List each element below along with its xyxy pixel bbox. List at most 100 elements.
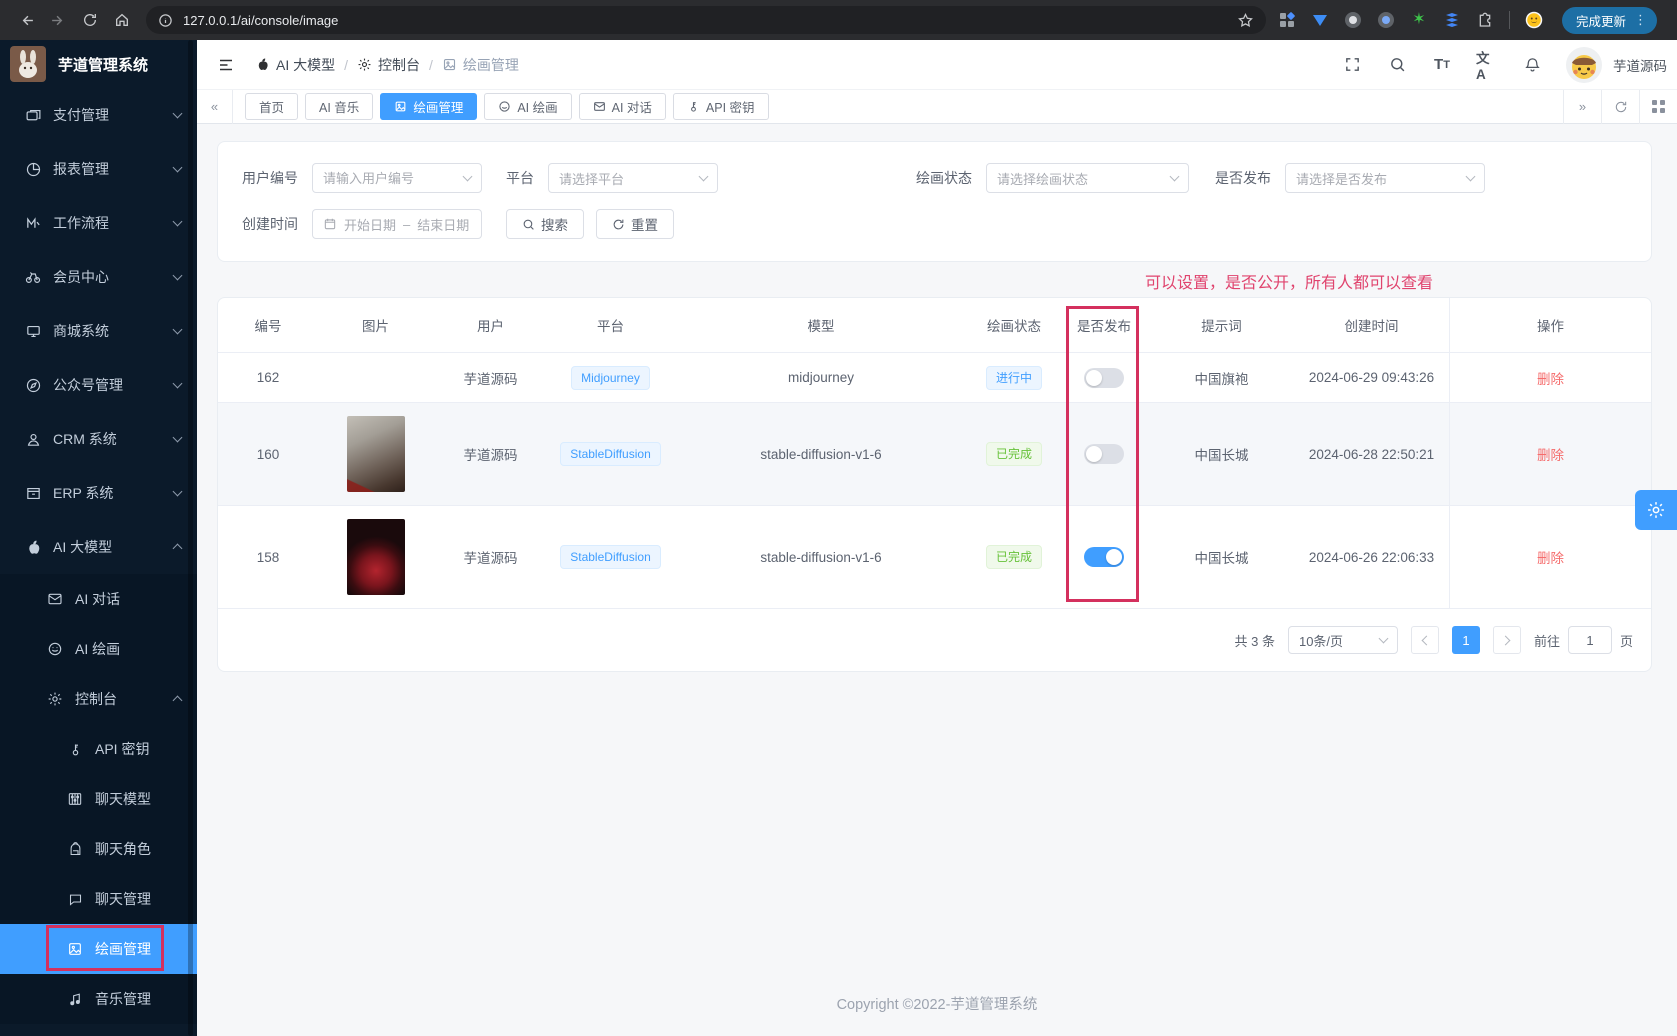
sidebar-item-ai-chat[interactable]: AI 对话 xyxy=(0,574,197,624)
generated-image-thumbnail[interactable] xyxy=(347,519,405,595)
theme-settings-button[interactable] xyxy=(1635,490,1677,530)
browser-home-icon[interactable] xyxy=(106,4,138,36)
locale-icon[interactable]: 文A xyxy=(1476,54,1498,76)
filter-user-id: 用户编号 xyxy=(242,163,482,193)
publish-toggle[interactable] xyxy=(1084,368,1124,388)
font-size-icon[interactable]: TT xyxy=(1431,54,1453,76)
gear-icon xyxy=(1646,500,1666,520)
extensions-puzzle-icon[interactable] xyxy=(1476,11,1494,29)
bookmark-star-icon[interactable] xyxy=(1237,12,1254,29)
cell-publish xyxy=(1059,353,1149,402)
publish-toggle[interactable] xyxy=(1084,444,1124,464)
url-bar[interactable]: 127.0.0.1/ai/console/image xyxy=(146,6,1266,34)
cell-platform: Midjourney xyxy=(548,353,673,402)
publish-toggle[interactable] xyxy=(1084,547,1124,567)
tabs-refresh-icon[interactable] xyxy=(1601,90,1639,124)
extension-wheel-icon[interactable] xyxy=(1344,11,1362,29)
cell-model: stable-diffusion-v1-6 xyxy=(673,506,969,608)
extension-grid-icon[interactable] xyxy=(1278,11,1296,29)
tab-ai-music[interactable]: AI 音乐 xyxy=(305,93,373,120)
prev-page-button[interactable] xyxy=(1411,626,1439,654)
extension-layers-icon[interactable] xyxy=(1443,11,1461,29)
extension-dot-icon[interactable] xyxy=(1377,11,1395,29)
notification-bell-icon[interactable] xyxy=(1521,54,1543,76)
extension-star-icon[interactable]: ✶ xyxy=(1410,11,1428,29)
tab-draw-manage[interactable]: 绘画管理 xyxy=(380,93,477,120)
cell-created: 2024-06-29 09:43:26 xyxy=(1294,353,1449,402)
reset-button[interactable]: 重置 xyxy=(596,209,674,239)
delete-button[interactable]: 删除 xyxy=(1537,368,1564,388)
sidebar-item-payment[interactable]: 支付管理 xyxy=(0,88,197,142)
page-size-select[interactable]: 10条/页 xyxy=(1288,626,1398,654)
table-header-row: 编号 图片 用户 平台 模型 绘画状态 是否发布 提示词 创建时间 操作 xyxy=(218,298,1651,353)
col-header-image: 图片 xyxy=(318,298,433,352)
delete-button[interactable]: 删除 xyxy=(1537,547,1564,567)
sidebar-item-console[interactable]: 控制台 xyxy=(0,674,197,724)
draw-status-select[interactable]: 请选择绘画状态 xyxy=(986,163,1189,193)
sidebar-item-official-account[interactable]: 公众号管理 xyxy=(0,358,197,412)
publish-select[interactable]: 请选择是否发布 xyxy=(1285,163,1485,193)
extension-gem-icon[interactable] xyxy=(1311,11,1329,29)
chrome-update-button[interactable]: 完成更新 ⋮ xyxy=(1562,7,1657,34)
browser-back-icon[interactable] xyxy=(10,4,42,36)
sidebar-item-draw-manage[interactable]: 绘画管理 xyxy=(0,924,197,974)
col-header-prompt: 提示词 xyxy=(1149,298,1294,352)
crm-icon xyxy=(24,430,42,448)
tab-api-key[interactable]: API 密钥 xyxy=(673,93,769,120)
fullscreen-icon[interactable] xyxy=(1341,54,1363,76)
sidebar-item-chat-role[interactable]: 聊天角色 xyxy=(0,824,197,874)
search-icon[interactable] xyxy=(1386,54,1408,76)
user-id-input[interactable] xyxy=(312,163,482,193)
username[interactable]: 芋道源码 xyxy=(1613,55,1667,75)
tab-ai-chat[interactable]: AI 对话 xyxy=(579,93,666,120)
browser-refresh-icon[interactable] xyxy=(74,4,106,36)
user-avatar[interactable] xyxy=(1566,47,1602,83)
browser-forward-icon[interactable] xyxy=(42,4,74,36)
cell-id: 158 xyxy=(218,506,318,608)
chrome-menu-icon[interactable]: ⋮ xyxy=(1634,12,1647,28)
sidebar-logo[interactable]: 芋道管理系统 xyxy=(0,40,197,88)
sidebar-item-mall[interactable]: 商城系统 xyxy=(0,304,197,358)
collapse-menu-icon[interactable] xyxy=(211,50,241,80)
profile-avatar[interactable] xyxy=(1525,11,1543,29)
smiley-icon xyxy=(498,100,511,113)
filter-panel: 用户编号 平台 请选择平台 xyxy=(217,141,1652,262)
sidebar-item-music-manage[interactable]: 音乐管理 xyxy=(0,974,197,1024)
sidebar-item-erp[interactable]: ERP 系统 xyxy=(0,466,197,520)
tabs-scroll-left-icon[interactable]: « xyxy=(197,90,233,124)
sidebar-item-crm[interactable]: CRM 系统 xyxy=(0,412,197,466)
cell-status: 已完成 xyxy=(969,403,1059,505)
col-header-user: 用户 xyxy=(433,298,548,352)
sidebar-item-chat-manage[interactable]: 聊天管理 xyxy=(0,874,197,924)
search-button[interactable]: 搜索 xyxy=(506,209,584,239)
platform-select[interactable]: 请选择平台 xyxy=(548,163,718,193)
cell-actions: 删除 xyxy=(1449,506,1651,608)
breadcrumb-ai-models[interactable]: AI 大模型 xyxy=(255,55,335,75)
next-page-button[interactable] xyxy=(1493,626,1521,654)
generated-image-thumbnail[interactable] xyxy=(347,416,405,492)
breadcrumb-separator: / xyxy=(429,57,433,73)
site-info-icon[interactable] xyxy=(158,13,173,28)
sidebar-item-workflow[interactable]: 工作流程 xyxy=(0,196,197,250)
data-table: 编号 图片 用户 平台 模型 绘画状态 是否发布 提示词 创建时间 操作 xyxy=(218,298,1651,609)
create-time-label: 创建时间 xyxy=(242,214,298,234)
tabs-scroll-right-icon[interactable]: » xyxy=(1563,90,1601,124)
sidebar-item-report[interactable]: 报表管理 xyxy=(0,142,197,196)
sidebar-item-member[interactable]: 会员中心 xyxy=(0,250,197,304)
sidebar-item-api-key[interactable]: API 密钥 xyxy=(0,724,197,774)
user-id-field[interactable] xyxy=(323,171,456,186)
sidebar-scrollbar[interactable] xyxy=(188,40,193,1036)
cell-id: 160 xyxy=(218,403,318,505)
sidebar-item-ai-draw[interactable]: AI 绘画 xyxy=(0,624,197,674)
breadcrumb-console[interactable]: 控制台 xyxy=(357,55,420,75)
date-range-picker[interactable]: 开始日期 – 结束日期 xyxy=(312,209,482,239)
sidebar-item-ai-models[interactable]: AI 大模型 xyxy=(0,520,197,574)
delete-button[interactable]: 删除 xyxy=(1537,444,1564,464)
platform-tag: StableDiffusion xyxy=(560,545,661,569)
tab-ai-draw[interactable]: AI 绘画 xyxy=(484,93,571,120)
tab-home[interactable]: 首页 xyxy=(245,93,298,120)
current-page-button[interactable]: 1 xyxy=(1452,626,1480,654)
goto-page-input[interactable] xyxy=(1568,626,1612,654)
tabs-menu-grid-icon[interactable] xyxy=(1639,90,1677,124)
sidebar-item-chat-model[interactable]: 聊天模型 xyxy=(0,774,197,824)
